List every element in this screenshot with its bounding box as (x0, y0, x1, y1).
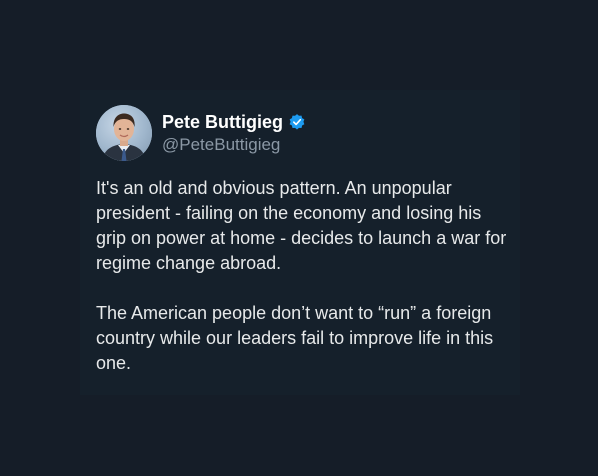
display-name-row: Pete Buttigieg (162, 111, 306, 133)
verified-badge-icon (289, 113, 305, 129)
handle[interactable]: @PeteButtigieg (162, 134, 306, 156)
author-names: Pete Buttigieg @PeteButtigieg (162, 111, 306, 156)
tweet-screenshot: Pete Buttigieg @PeteButtigieg It's an ol… (0, 0, 598, 476)
avatar[interactable] (96, 105, 152, 161)
display-name[interactable]: Pete Buttigieg (162, 111, 283, 133)
tweet-paragraph-1: It's an old and obvious pattern. An unpo… (96, 178, 507, 273)
profile-photo-icon (102, 113, 146, 161)
tweet-header: Pete Buttigieg @PeteButtigieg (96, 105, 306, 161)
tweet-text: It's an old and obvious pattern. An unpo… (96, 176, 516, 376)
tweet-paragraph-2: The American people don’t want to “run” … (96, 303, 494, 373)
